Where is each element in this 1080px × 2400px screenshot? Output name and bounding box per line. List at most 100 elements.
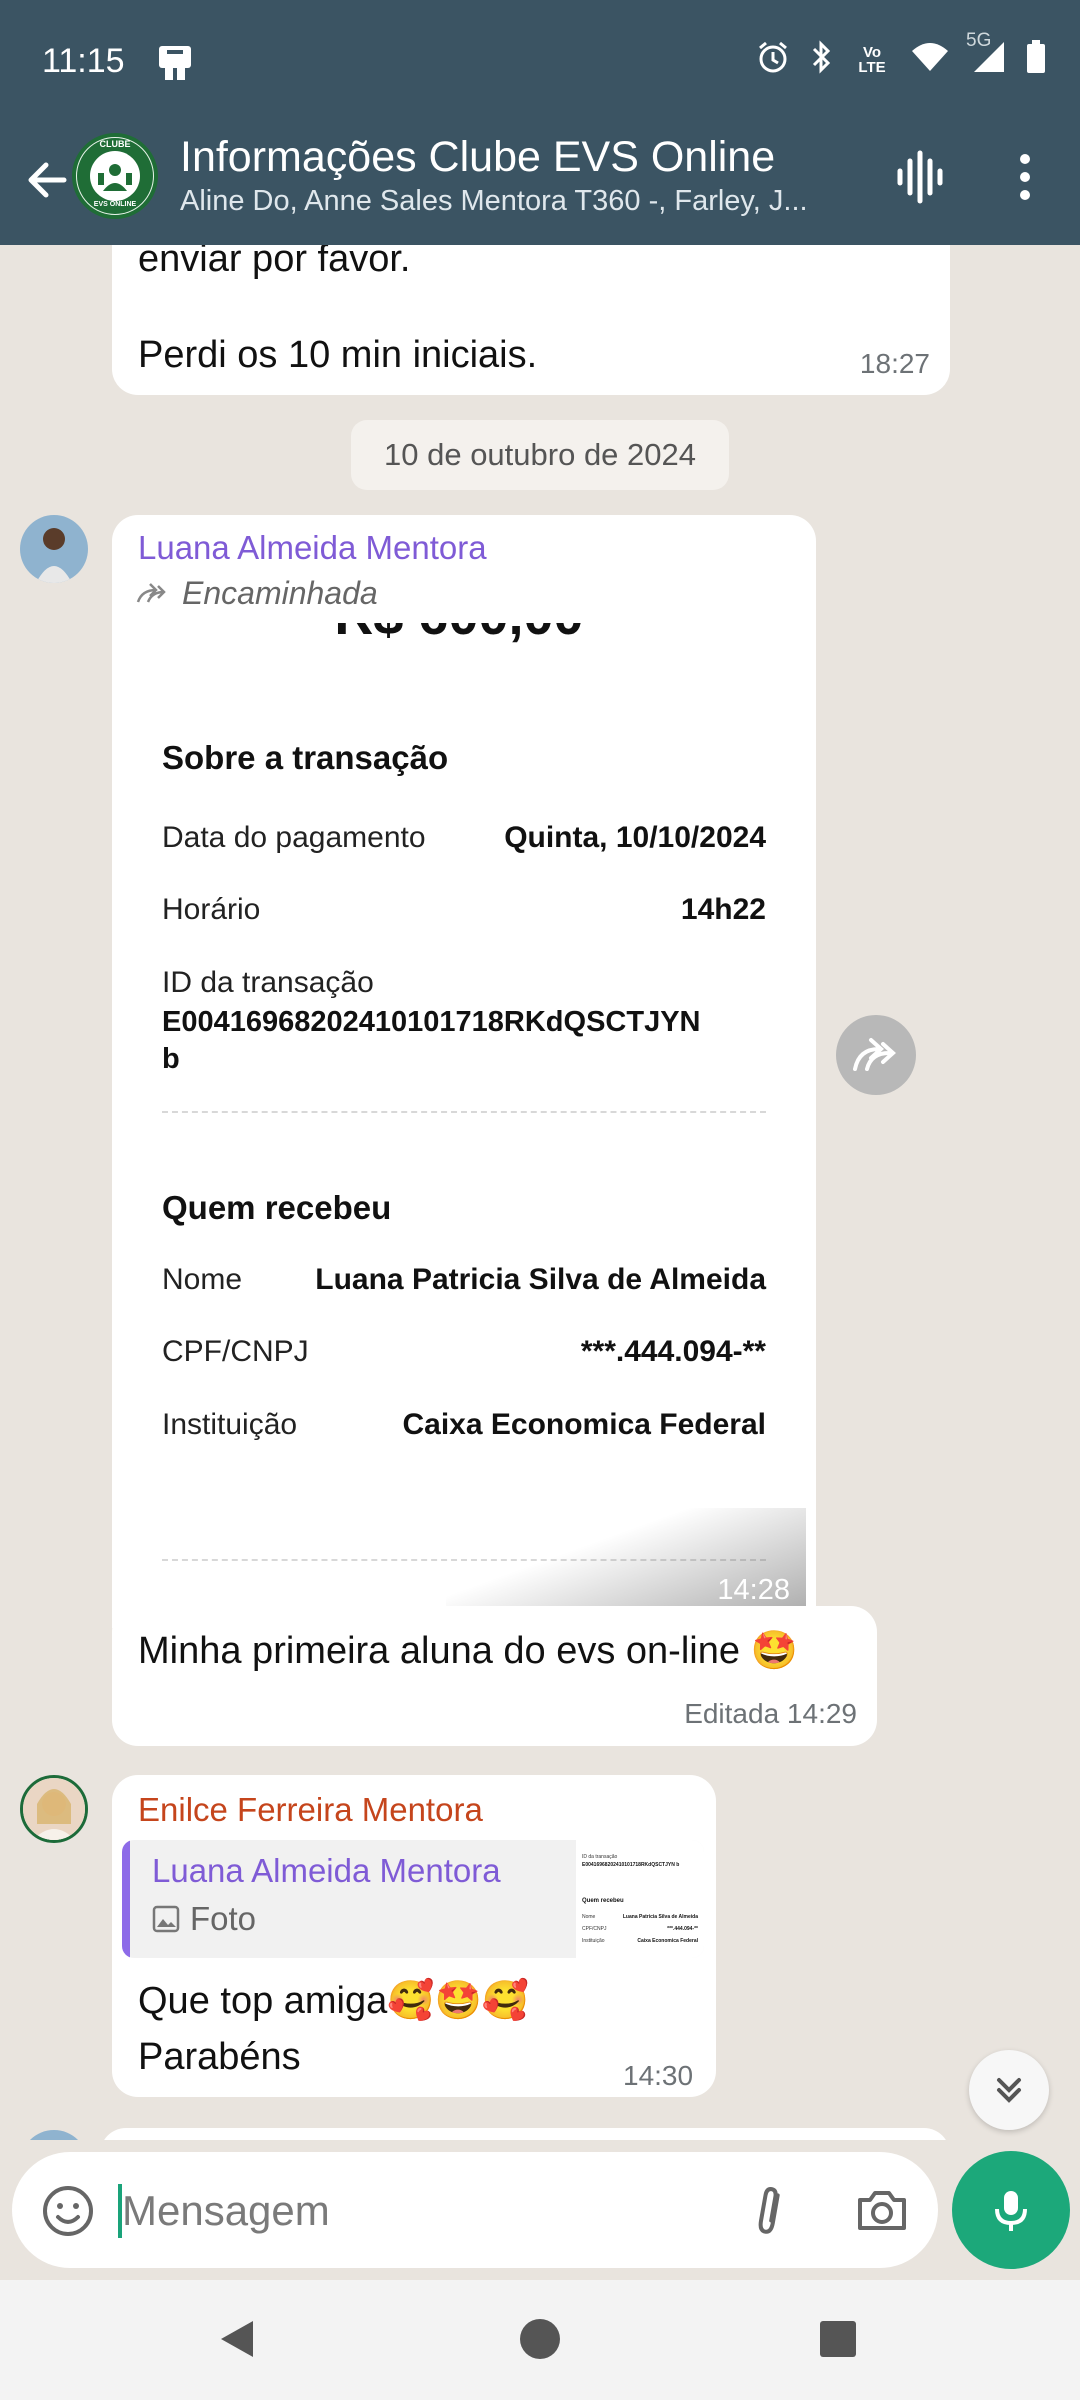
emoji-icon	[43, 2186, 93, 2236]
battery-icon	[1026, 40, 1046, 79]
forward-button[interactable]	[836, 1015, 916, 1095]
emoji-button[interactable]	[40, 2183, 96, 2239]
circle-home-icon	[520, 2319, 560, 2359]
attach-button[interactable]	[739, 2180, 799, 2240]
transaction-id-value: E00416968202410101718RKdQSCTJYN	[162, 1006, 701, 1038]
quote-accent-bar	[122, 1840, 130, 1958]
time-value: 14h22	[680, 893, 766, 926]
time-label: Horário	[162, 893, 261, 926]
photo-icon	[152, 1905, 180, 1933]
cpf-label: CPF/CNPJ	[162, 1335, 309, 1368]
status-icons: Vo LTE 5G	[756, 30, 1046, 79]
avatar-photo	[23, 1778, 85, 1840]
message-bubble[interactable]	[100, 2128, 950, 2140]
back-button[interactable]	[18, 150, 78, 210]
message-bubble[interactable]: Minha primeira aluna do evs on-line 🤩 Ed…	[112, 1606, 877, 1746]
quote-type-label: Foto	[190, 1900, 257, 1937]
volte-icon: Vo LTE	[858, 43, 886, 76]
network-label: 5G	[966, 30, 992, 51]
thumb-text: CPF/CNPJ	[582, 1926, 607, 1932]
sender-name[interactable]: Luana Almeida Mentora	[138, 529, 487, 567]
avatar-top-text: CLUBE	[99, 139, 131, 149]
message-time: 14:28	[717, 1574, 790, 1606]
quote-type: Foto	[152, 1900, 256, 1938]
transaction-id-value-cont: b	[162, 1043, 180, 1075]
message-time: Editada 14:29	[684, 1698, 857, 1729]
message-time: 18:27	[859, 348, 930, 379]
quoted-message[interactable]: Luana Almeida Mentora Foto ID da transaç…	[122, 1840, 704, 1958]
camera-button[interactable]	[852, 2180, 912, 2240]
message-text: enviar por favor.	[138, 245, 411, 280]
audio-waveform-icon	[897, 150, 943, 204]
thumb-text: ID da transação	[582, 1854, 618, 1860]
arrow-left-icon	[28, 162, 67, 198]
bluetooth-icon	[810, 40, 834, 79]
thumb-text: E00416968202410101718RKdQSCTJYN b	[582, 1862, 680, 1868]
forward-arrow-icon	[136, 582, 166, 603]
system-navigation-bar	[0, 2280, 1080, 2400]
5g-signal-icon: 5G	[966, 30, 1006, 79]
group-avatar[interactable]: CLUBE EVS ONLINE	[72, 133, 158, 219]
sender-name[interactable]: Enilce Ferreira Mentora	[138, 1791, 483, 1829]
quote-thumbnail: ID da transação E00416968202410101718RKd…	[576, 1840, 704, 1958]
scroll-to-bottom-button[interactable]	[969, 2050, 1049, 2130]
thumb-text: Instituição	[582, 1938, 605, 1944]
message-composer	[12, 2152, 938, 2268]
wifi-icon	[910, 41, 950, 78]
more-options-button[interactable]	[1000, 147, 1050, 207]
thumb-text: Caixa Economica Federal	[637, 1938, 698, 1944]
institution-label: Instituição	[162, 1408, 298, 1441]
alarm-icon	[756, 40, 790, 79]
receipt-amount: R$ 600,00	[112, 623, 806, 647]
divider	[162, 1111, 766, 1113]
thumb-text: ***.444.094-**	[667, 1926, 698, 1932]
sender-avatar[interactable]	[20, 1775, 88, 1843]
voice-chat-button[interactable]	[890, 147, 950, 207]
sender-avatar[interactable]	[20, 2130, 88, 2140]
sender-avatar[interactable]	[20, 515, 88, 583]
forwarded-label: Encaminhada	[136, 575, 378, 612]
double-chevron-down-icon	[997, 2078, 1021, 2103]
message-text: Parabéns	[138, 2036, 301, 2078]
thumb-text: Quem recebeu	[582, 1898, 624, 1904]
triangle-back-icon	[221, 2321, 253, 2357]
camera-icon	[858, 2191, 906, 2230]
quote-sender: Luana Almeida Mentora	[152, 1852, 501, 1889]
thumb-text: Luana Patricia Silva de Almeida	[622, 1914, 698, 1920]
message-text: Que top amiga🥰🤩🥰	[138, 1980, 530, 2022]
thumb-text: Nome	[582, 1914, 596, 1920]
message-bubble[interactable]: enviar por favor. Perdi os 10 min inicia…	[112, 245, 950, 395]
status-time: 11:15	[42, 42, 125, 80]
message-input[interactable]	[120, 2170, 724, 2252]
paperclip-icon	[758, 2187, 780, 2234]
forwarded-text: Encaminhada	[182, 575, 378, 611]
forward-icon	[853, 1038, 896, 1071]
nav-recents-button[interactable]	[818, 2319, 858, 2364]
square-recents-icon	[820, 2321, 856, 2357]
name-label: Nome	[162, 1263, 243, 1296]
payment-date-value: Quinta, 10/10/2024	[504, 821, 766, 854]
cpf-value: ***.444.094-**	[580, 1335, 766, 1368]
avatar-bottom-text: EVS ONLINE	[93, 201, 137, 208]
avatar-photo	[20, 515, 88, 583]
chat-header: CLUBE EVS ONLINE Informações Clube EVS O…	[0, 125, 1080, 245]
message-text: Perdi os 10 min iniciais.	[138, 334, 538, 376]
receiver-section-title: Quem recebeu	[162, 1189, 392, 1226]
group-title[interactable]: Informações Clube EVS Online	[180, 133, 775, 182]
date-separator: 10 de outubro de 2024	[351, 420, 729, 490]
institution-value: Caixa Economica Federal	[402, 1408, 767, 1441]
name-value: Luana Patricia Silva de Almeida	[315, 1263, 766, 1296]
chat-area[interactable]: enviar por favor. Perdi os 10 min inicia…	[0, 245, 1080, 2140]
nav-home-button[interactable]	[518, 2317, 562, 2366]
message-time: 14:30	[623, 2060, 694, 2091]
receipt-section-title: Sobre a transação	[162, 739, 449, 776]
message-text: Minha primeira aluna do evs on-line 🤩	[138, 1630, 798, 1672]
payment-receipt-image[interactable]: R$ 600,00 Sobre a transação Data do paga…	[112, 623, 806, 1628]
group-participants[interactable]: Aline Do, Anne Sales Mentora T360 -, Far…	[180, 185, 850, 218]
status-bar: 11:15 Vo LTE 5G	[0, 0, 1080, 125]
transaction-id-label: ID da transação	[162, 966, 374, 999]
voice-record-button[interactable]	[952, 2151, 1070, 2269]
more-vertical-icon	[1020, 154, 1030, 200]
nav-back-button[interactable]	[215, 2317, 259, 2366]
payment-date-label: Data do pagamento	[162, 821, 426, 854]
